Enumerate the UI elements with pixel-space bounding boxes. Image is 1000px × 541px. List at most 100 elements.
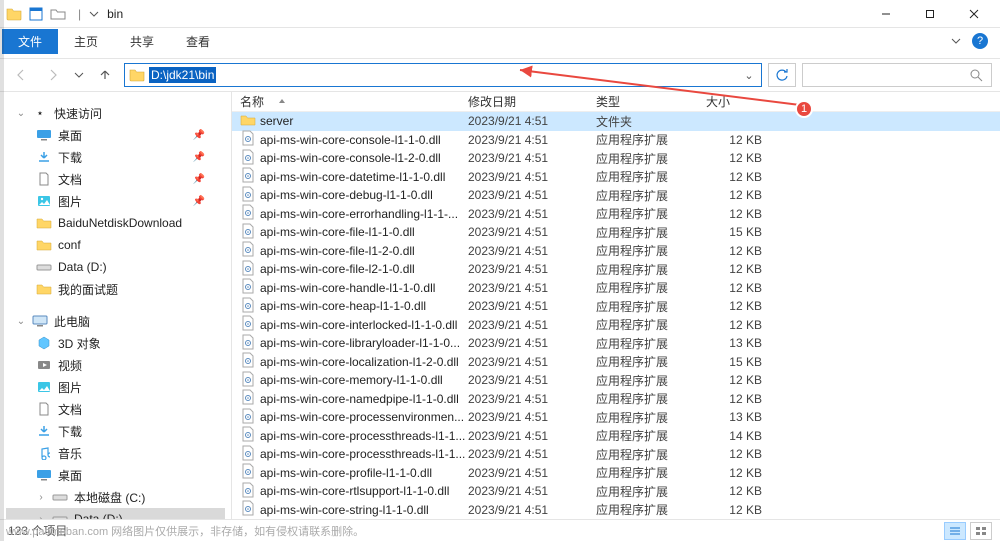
sidebar-quick-access[interactable]: ⌄⋆快速访问 [6,102,225,124]
sidebar-item-label: 下载 [58,423,82,440]
file-name-cell: api-ms-win-core-libraryloader-l1-1-0... [240,334,468,353]
table-row[interactable]: api-ms-win-core-handle-l1-1-0.dll2023/9/… [232,279,1000,298]
maximize-button[interactable] [908,0,952,28]
file-name: api-ms-win-core-file-l1-2-0.dll [260,244,415,258]
dll-icon [240,463,256,482]
table-row[interactable]: api-ms-win-core-memory-l1-1-0.dll2023/9/… [232,371,1000,390]
address-path[interactable]: D:\jdk21\bin [149,67,216,83]
file-name-cell: api-ms-win-core-handle-l1-1-0.dll [240,278,468,297]
history-dropdown[interactable] [72,62,86,88]
dll-icon [240,315,256,334]
table-row[interactable]: api-ms-win-core-console-l1-1-0.dll2023/9… [232,131,1000,150]
properties-icon[interactable] [28,6,44,22]
table-row[interactable]: api-ms-win-core-debug-l1-1-0.dll2023/9/2… [232,186,1000,205]
tab-share[interactable]: 共享 [114,29,170,54]
up-button[interactable] [92,62,118,88]
sidebar-item-label: 桌面 [58,467,82,484]
sidebar-item-desktop[interactable]: 桌面📌 [6,124,225,146]
item-count: 123 个项目 [8,522,67,539]
file-name: api-ms-win-core-console-l1-1-0.dll [260,133,441,147]
file-size: 12 KB [706,484,768,498]
table-row[interactable]: api-ms-win-core-datetime-l1-1-0.dll2023/… [232,168,1000,187]
sort-arrow-icon [278,98,286,106]
file-date: 2023/9/21 4:51 [468,318,596,332]
file-date: 2023/9/21 4:51 [468,466,596,480]
sidebar-item-3d[interactable]: 3D 对象 [6,332,225,354]
sidebar-item-downloads2[interactable]: 下载 [6,420,225,442]
sidebar-item-desktop2[interactable]: 桌面 [6,464,225,486]
expand-ribbon-icon[interactable] [950,35,962,47]
file-date: 2023/9/21 4:51 [468,299,596,313]
help-icon[interactable]: ? [972,33,988,49]
back-button[interactable] [8,62,34,88]
sidebar-item-music[interactable]: 音乐 [6,442,225,464]
forward-button[interactable] [40,62,66,88]
details-view-button[interactable] [944,522,966,540]
address-dropdown-icon[interactable]: ⌄ [737,69,761,82]
sidebar-item-label: 我的面试题 [58,281,118,298]
table-row[interactable]: api-ms-win-core-file-l1-1-0.dll2023/9/21… [232,223,1000,242]
file-date: 2023/9/21 4:51 [468,207,596,221]
address-bar[interactable]: D:\jdk21\bin ⌄ [124,63,762,87]
sidebar-item-videos[interactable]: 视频 [6,354,225,376]
table-row[interactable]: api-ms-win-core-rtlsupport-l1-1-0.dll202… [232,482,1000,501]
table-row[interactable]: api-ms-win-core-processthreads-l1-1...20… [232,445,1000,464]
table-row[interactable]: api-ms-win-core-interlocked-l1-1-0.dll20… [232,316,1000,335]
sidebar-item-baidu[interactable]: BaiduNetdiskDownload [6,212,225,234]
table-row[interactable]: api-ms-win-core-file-l1-2-0.dll2023/9/21… [232,242,1000,261]
tab-view[interactable]: 查看 [170,29,226,54]
file-type: 应用程序扩展 [596,483,706,500]
qat-dropdown-icon[interactable] [89,9,99,19]
sidebar-item-conf[interactable]: conf [6,234,225,256]
table-row[interactable]: api-ms-win-core-console-l1-2-0.dll2023/9… [232,149,1000,168]
sidebar-item-local-c[interactable]: ›本地磁盘 (C:) [6,486,225,508]
sidebar-item-data-d[interactable]: Data (D:) [6,256,225,278]
drive-icon [36,259,52,275]
file-size: 12 KB [706,262,768,276]
table-row[interactable]: api-ms-win-core-namedpipe-l1-1-0.dll2023… [232,390,1000,409]
table-row[interactable]: api-ms-win-core-errorhandling-l1-1-...20… [232,205,1000,224]
column-name[interactable]: 名称 [240,93,468,110]
file-name-cell: api-ms-win-core-datetime-l1-1-0.dll [240,167,468,186]
table-row[interactable]: api-ms-win-core-localization-l1-2-0.dll2… [232,353,1000,372]
sidebar-item-data-d2[interactable]: ›Data (D:) [6,508,225,519]
refresh-button[interactable] [768,63,796,87]
table-row[interactable]: api-ms-win-core-file-l2-1-0.dll2023/9/21… [232,260,1000,279]
table-row[interactable]: api-ms-win-core-profile-l1-1-0.dll2023/9… [232,464,1000,483]
sidebar-item-interview[interactable]: 我的面试题 [6,278,225,300]
icons-view-button[interactable] [970,522,992,540]
table-row[interactable]: api-ms-win-core-string-l1-1-0.dll2023/9/… [232,501,1000,520]
file-type: 应用程序扩展 [596,335,706,352]
dll-icon [240,334,256,353]
sidebar-item-label: 图片 [58,193,82,210]
file-size: 12 KB [706,281,768,295]
search-box[interactable] [802,63,992,87]
tab-file[interactable]: 文件 [2,29,58,54]
column-type[interactable]: 类型 [596,93,706,110]
file-name-cell: api-ms-win-core-interlocked-l1-1-0.dll [240,315,468,334]
file-name-cell: api-ms-win-core-console-l1-1-0.dll [240,130,468,149]
file-name-cell: api-ms-win-core-debug-l1-1-0.dll [240,186,468,205]
sidebar-item-pictures2[interactable]: 图片 [6,376,225,398]
table-row[interactable]: api-ms-win-core-processenvironmen...2023… [232,408,1000,427]
sidebar-this-pc[interactable]: ⌄此电脑 [6,310,225,332]
sidebar-item-label: 3D 对象 [58,335,101,352]
column-date[interactable]: 修改日期 [468,93,596,110]
minimize-button[interactable] [864,0,908,28]
sidebar-item-downloads[interactable]: 下载📌 [6,146,225,168]
file-date: 2023/9/21 4:51 [468,281,596,295]
file-name: api-ms-win-core-debug-l1-1-0.dll [260,188,433,202]
table-row[interactable]: api-ms-win-core-libraryloader-l1-1-0...2… [232,334,1000,353]
tab-home[interactable]: 主页 [58,29,114,54]
file-name: api-ms-win-core-processenvironmen... [260,410,464,424]
close-button[interactable] [952,0,996,28]
table-row[interactable]: api-ms-win-core-processthreads-l1-1...20… [232,427,1000,446]
new-folder-icon[interactable] [50,6,66,22]
table-row[interactable]: server2023/9/21 4:51文件夹 [232,112,1000,131]
table-row[interactable]: api-ms-win-core-heap-l1-1-0.dll2023/9/21… [232,297,1000,316]
sidebar-item-pictures[interactable]: 图片📌 [6,190,225,212]
column-size[interactable]: 大小 [706,93,768,110]
sidebar-item-documents[interactable]: 文档📌 [6,168,225,190]
sidebar-item-documents2[interactable]: 文档 [6,398,225,420]
file-size: 12 KB [706,392,768,406]
